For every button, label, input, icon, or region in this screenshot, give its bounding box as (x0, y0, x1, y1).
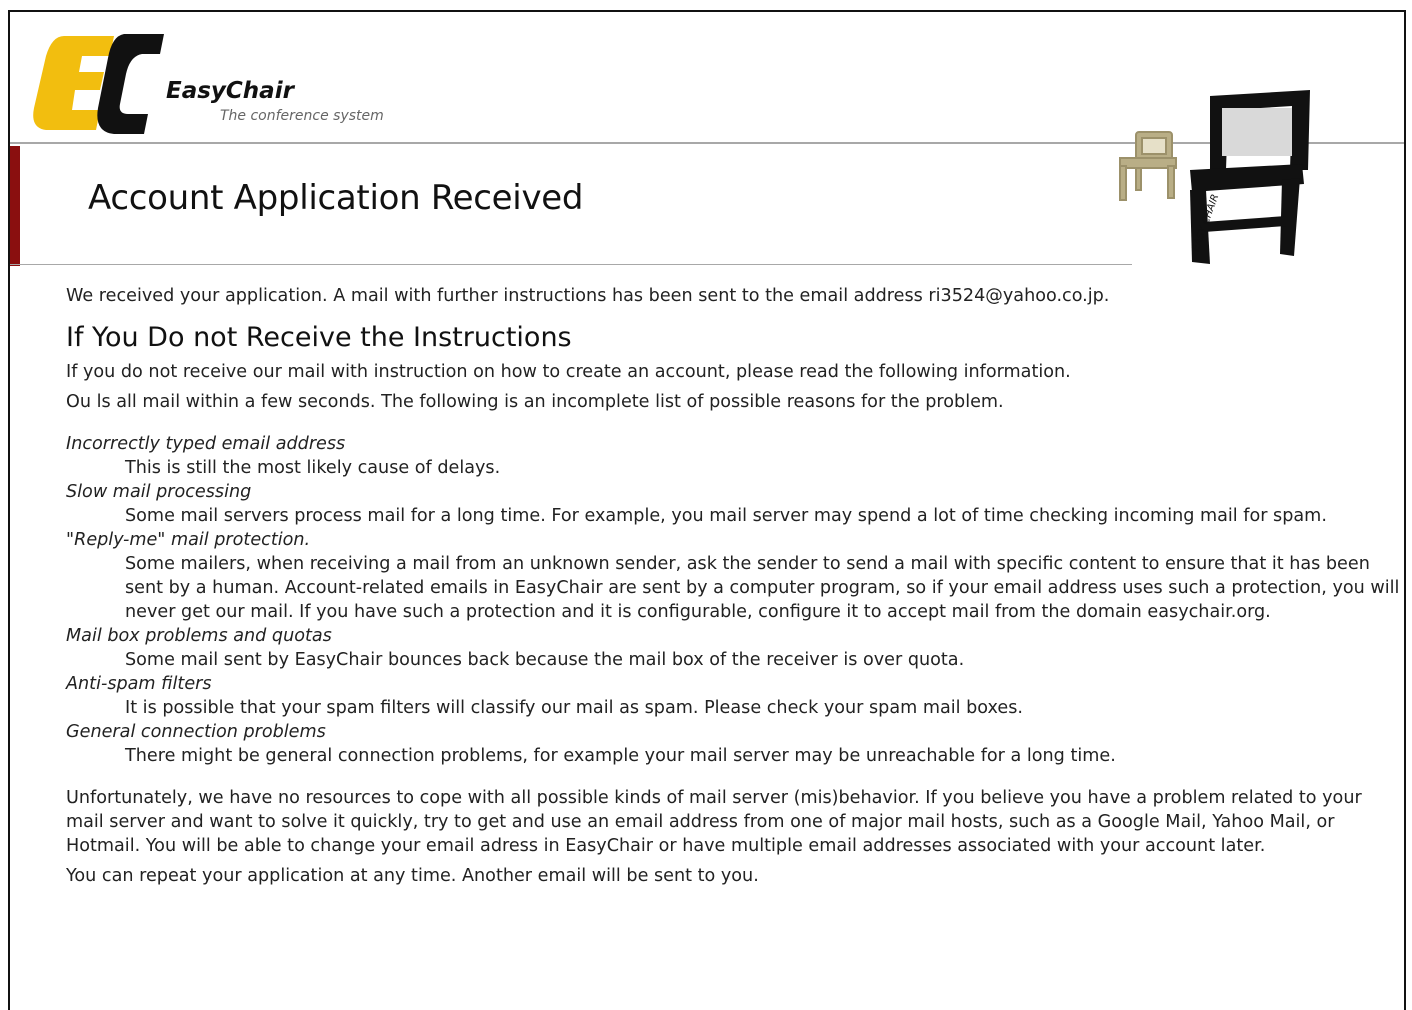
reason-description: Some mail sent by EasyChair bounces back… (125, 650, 965, 670)
reason-term: Mail box problems and quotas (66, 626, 332, 646)
intro-text: We received your application. A mail wit… (66, 286, 1110, 306)
brand-name: EasyChair (166, 78, 294, 104)
reason-term: Incorrectly typed email address (66, 434, 346, 454)
title-divider (10, 264, 1132, 265)
title-accent-bar (10, 146, 20, 266)
reasons-list: Incorrectly typed email address This is … (66, 432, 1404, 768)
main-content: We received your application. A mail wit… (66, 284, 1404, 888)
obscured-paragraph: Ou ls all mail within a few seconds. The… (66, 392, 1004, 412)
section-title: If You Do not Receive the Instructions (66, 322, 572, 353)
brand-tagline: The conference system (220, 108, 384, 124)
reason-description: Some mail servers process mail for a lon… (125, 506, 1327, 526)
reason-term: "Reply-me" mail protection. (66, 530, 311, 550)
chair-icon: EASY CHAIR (1119, 90, 1310, 264)
page-title: Account Application Received (88, 178, 584, 218)
reason-description: It is possible that your spam filters wi… (125, 698, 1023, 718)
chair-illustration: EASY CHAIR (1106, 72, 1316, 272)
reason-term: Slow mail processing (66, 482, 252, 502)
section-intro: If you do not receive our mail with inst… (66, 362, 1071, 382)
reason-description: There might be general connection proble… (125, 746, 1116, 766)
reason-term: General connection problems (66, 722, 326, 742)
page-frame: EasyChair The conference system Account … (8, 10, 1406, 1010)
outro-text: Unfortunately, we have no resources to c… (66, 788, 1362, 856)
reason-description: Some mailers, when receiving a mail from… (125, 554, 1400, 622)
repeat-text: You can repeat your application at any t… (66, 866, 759, 886)
reason-term: Anti-spam filters (66, 674, 212, 694)
easychair-logo[interactable]: EasyChair The conference system (24, 28, 384, 138)
reason-description: This is still the most likely cause of d… (125, 458, 501, 478)
